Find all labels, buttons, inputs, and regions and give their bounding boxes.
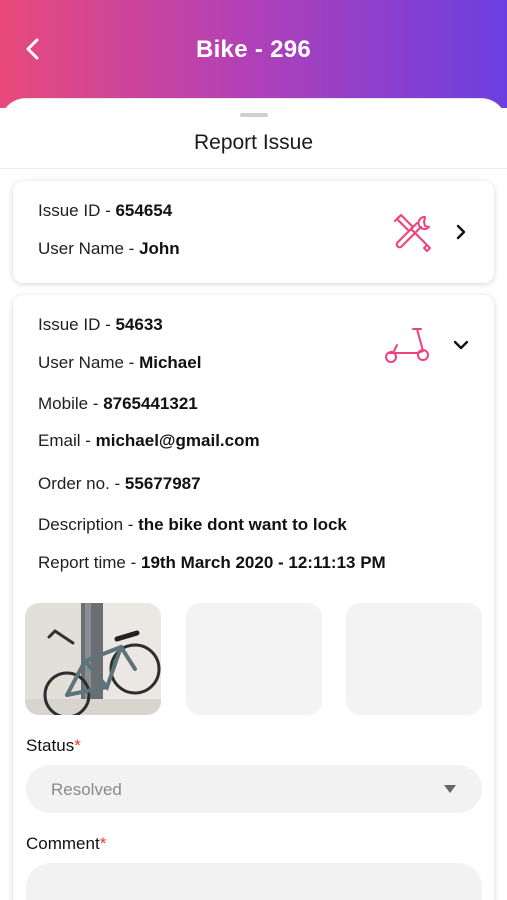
comment-input[interactable] <box>26 863 482 900</box>
description: Description - the bike dont want to lock <box>38 515 347 534</box>
scooter-icon <box>385 328 429 363</box>
photo-thumbnail[interactable] <box>25 603 161 715</box>
page-title: Bike - 296 <box>195 36 312 63</box>
tools-icon <box>394 214 431 252</box>
report-time: Report time - 19th March 2020 - 12:11:13… <box>38 553 386 572</box>
issue-card-expanded: Issue ID - 54633 User Name - Michael Mob… <box>13 295 494 900</box>
user-name: User Name - Michael <box>38 353 202 372</box>
email: Email - michael@gmail.com <box>38 431 260 450</box>
sheet-title: Report Issue <box>193 131 314 154</box>
photo-placeholder[interactable] <box>186 603 322 715</box>
chevron-right-icon[interactable] <box>453 223 469 241</box>
status-label: Status* <box>26 736 81 755</box>
drag-handle[interactable] <box>240 113 268 117</box>
status-value: Resolved <box>51 780 122 799</box>
status-select[interactable]: Resolved <box>26 765 482 813</box>
dropdown-arrow-icon <box>444 785 456 793</box>
bicycle-photo <box>25 603 161 715</box>
divider <box>0 168 507 169</box>
chevron-down-icon[interactable] <box>452 337 470 353</box>
user-name: User Name - John <box>38 239 180 258</box>
app-header: Bike - 296 <box>0 0 507 108</box>
issue-id: Issue ID - 54633 <box>38 315 163 334</box>
issue-card-collapsed[interactable]: Issue ID - 654654 User Name - John <box>13 181 494 283</box>
report-issue-sheet: Report Issue Issue ID - 654654 User Name… <box>0 98 507 900</box>
issue-id: Issue ID - 654654 <box>38 201 173 220</box>
comment-label: Comment* <box>26 834 107 853</box>
photo-placeholder[interactable] <box>346 603 482 715</box>
order-number: Order no. - 55677987 <box>38 474 201 493</box>
mobile: Mobile - 8765441321 <box>38 394 198 413</box>
